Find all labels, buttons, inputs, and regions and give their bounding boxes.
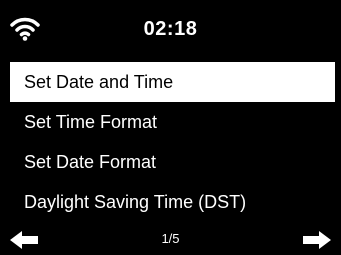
arrow-right-icon[interactable]: [301, 230, 331, 250]
menu-item-daylight-saving-time[interactable]: Daylight Saving Time (DST): [10, 182, 335, 222]
menu-item-set-date-and-time[interactable]: Set Date and Time: [10, 62, 335, 102]
clock-time: 02:18: [143, 18, 198, 40]
menu-item-set-date-format[interactable]: Set Date Format: [10, 142, 335, 182]
radio-display: 02:18 Set Date and Time Set Time Format …: [0, 0, 341, 254]
menu-item-set-time-format[interactable]: Set Time Format: [10, 102, 335, 142]
settings-menu: Set Date and Time Set Time Format Set Da…: [10, 62, 335, 222]
status-bar: 02:18: [0, 0, 341, 62]
navigation-bar: 1/5: [0, 226, 341, 254]
page-indicator: 1/5: [161, 231, 180, 246]
